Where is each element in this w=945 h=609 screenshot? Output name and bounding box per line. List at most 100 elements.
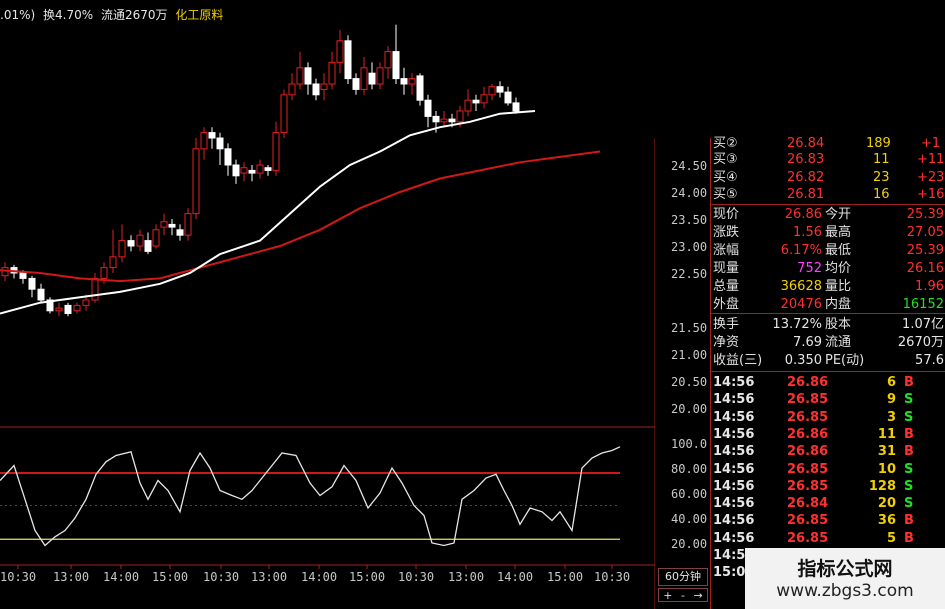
tick-row[interactable]: 14:56 26.85 36 B	[711, 511, 945, 530]
fundamental-value: 2670万	[897, 335, 944, 350]
zoom-controls: + - →	[658, 588, 708, 602]
scroll-right-button[interactable]: →	[693, 589, 702, 602]
time-tick: 10:30	[203, 570, 240, 584]
zoom-in-button[interactable]: +	[663, 589, 672, 602]
bullish-candle	[440, 118, 448, 123]
tick-time: 14:56	[713, 426, 755, 442]
price-tick: 24.50	[671, 159, 708, 173]
bearish-candle	[432, 115, 440, 123]
bearish-candle	[392, 51, 400, 80]
quote-label: 涨跌	[713, 225, 740, 240]
tick-row[interactable]: 14:56 26.85 10 S	[711, 460, 945, 479]
tick-row[interactable]: 14:56 26.85 128 S	[711, 477, 945, 496]
bearish-candle	[512, 102, 520, 112]
bullish-candle	[109, 256, 117, 269]
tick-time: 14:56	[713, 496, 755, 512]
tick-price: 26.85	[787, 478, 829, 494]
quote-label: 今开	[825, 207, 852, 222]
quote-label: 最高	[825, 225, 852, 240]
fundamental-label: 收益(三)	[713, 353, 763, 368]
quote-value: 6.17%	[780, 243, 822, 258]
bid-price: 26.83	[787, 152, 825, 167]
bid-row: 买③ 26.83 11 +11	[711, 150, 945, 169]
quote-value: 36628	[780, 279, 822, 294]
bullish-candle	[288, 83, 296, 96]
price-tick: 24.00	[671, 186, 708, 200]
time-tick: 14:00	[103, 570, 140, 584]
time-tick: 15:00	[152, 570, 189, 584]
tick-row[interactable]: 14:56 26.84 20 S	[711, 494, 945, 513]
osc-tick: 100.0	[671, 437, 708, 451]
tick-price: 26.85	[787, 530, 829, 546]
tick-row[interactable]: 14:56 26.85 5 B	[711, 529, 945, 548]
bearish-candle	[208, 132, 216, 139]
tick-row[interactable]: 14:56 26.85 9 S	[711, 390, 945, 409]
zoom-out-button[interactable]: -	[681, 589, 685, 602]
bullish-candle	[73, 304, 81, 312]
time-tick: 15:00	[547, 570, 584, 584]
bearish-candle	[232, 164, 240, 177]
quote-value: 1.96	[915, 279, 944, 294]
tick-volume: 3	[886, 409, 896, 425]
fundamental-value: 1.07亿	[902, 317, 944, 332]
fundamental-label: 换手	[713, 317, 740, 332]
quote-label: 现量	[713, 261, 740, 276]
fundamental-value: 57.6	[915, 353, 944, 368]
bearish-candle	[304, 67, 312, 85]
bullish-candle	[280, 94, 288, 134]
bearish-candle	[448, 118, 456, 123]
quote-row: 现量 752 均价 26.16	[711, 259, 945, 278]
bid-price: 26.81	[787, 187, 825, 202]
tick-time: 14:56	[713, 530, 755, 546]
tick-row[interactable]: 14:56 26.86 31 B	[711, 442, 945, 461]
ma-red-line	[0, 150, 601, 283]
stock-info-bar: .01%) 换4.70% 流通2670万 化工原料	[0, 6, 227, 24]
quote-label: 最低	[825, 243, 852, 258]
bearish-candle	[224, 148, 232, 166]
kline-chart-svg[interactable]	[0, 0, 655, 609]
tick-row[interactable]: 14:56 26.86 11 B	[711, 425, 945, 444]
bullish-candle	[456, 110, 464, 123]
period-selector-button[interactable]: 60分钟	[658, 568, 708, 586]
tick-volume: 36	[877, 513, 896, 529]
bearish-candle	[28, 277, 36, 290]
bearish-candle	[416, 75, 424, 101]
quote-label: 现价	[713, 207, 740, 222]
tick-time: 14:56	[713, 478, 755, 494]
bullish-candle	[152, 229, 160, 247]
price-tick: 20.00	[671, 402, 708, 416]
bearish-candle	[352, 78, 360, 90]
tick-side: B	[904, 530, 914, 546]
quote-value: 26.16	[906, 261, 944, 276]
quote-panel: 买② 26.84 189 +1 买③ 26.83 11 +11 买④ 26.82…	[710, 136, 945, 609]
osc-tick: 20.00	[671, 537, 708, 551]
bearish-candle	[472, 99, 480, 104]
quote-row: 总量 36628 量比 1.96	[711, 277, 945, 296]
bullish-candle	[488, 86, 496, 96]
bullish-candle	[118, 240, 126, 258]
time-tick: 14:00	[301, 570, 338, 584]
fundamental-value: 13.72%	[772, 317, 822, 332]
bearish-candle	[248, 169, 256, 174]
quote-value: 16152	[902, 297, 944, 312]
kline-chart-area[interactable]: .01%) 换4.70% 流通2670万 化工原料 24.50 24.00 23…	[0, 0, 707, 609]
tick-volume: 20	[877, 496, 896, 512]
quote-label: 量比	[825, 279, 852, 294]
tick-volume: 5	[886, 530, 896, 546]
tick-time: 14:56	[713, 513, 755, 529]
tick-row[interactable]: 14:56 26.85 3 S	[711, 408, 945, 427]
bearish-candle	[19, 272, 27, 279]
price-tick: 20.50	[671, 375, 708, 389]
bearish-candle	[264, 167, 272, 171]
time-tick: 10:30	[594, 570, 631, 584]
tick-volume: 6	[886, 375, 896, 390]
tick-price: 26.85	[787, 513, 829, 529]
turnover-text: 换4.70%	[43, 8, 94, 22]
tick-time: 14:56	[713, 444, 755, 460]
time-tick: 13:00	[53, 570, 90, 584]
quote-value: 25.39	[906, 243, 944, 258]
ma-white-line	[0, 110, 536, 315]
tick-side: B	[904, 375, 914, 390]
tick-row[interactable]: 14:56 26.86 6 B	[711, 373, 945, 392]
bearish-candle	[144, 240, 152, 252]
